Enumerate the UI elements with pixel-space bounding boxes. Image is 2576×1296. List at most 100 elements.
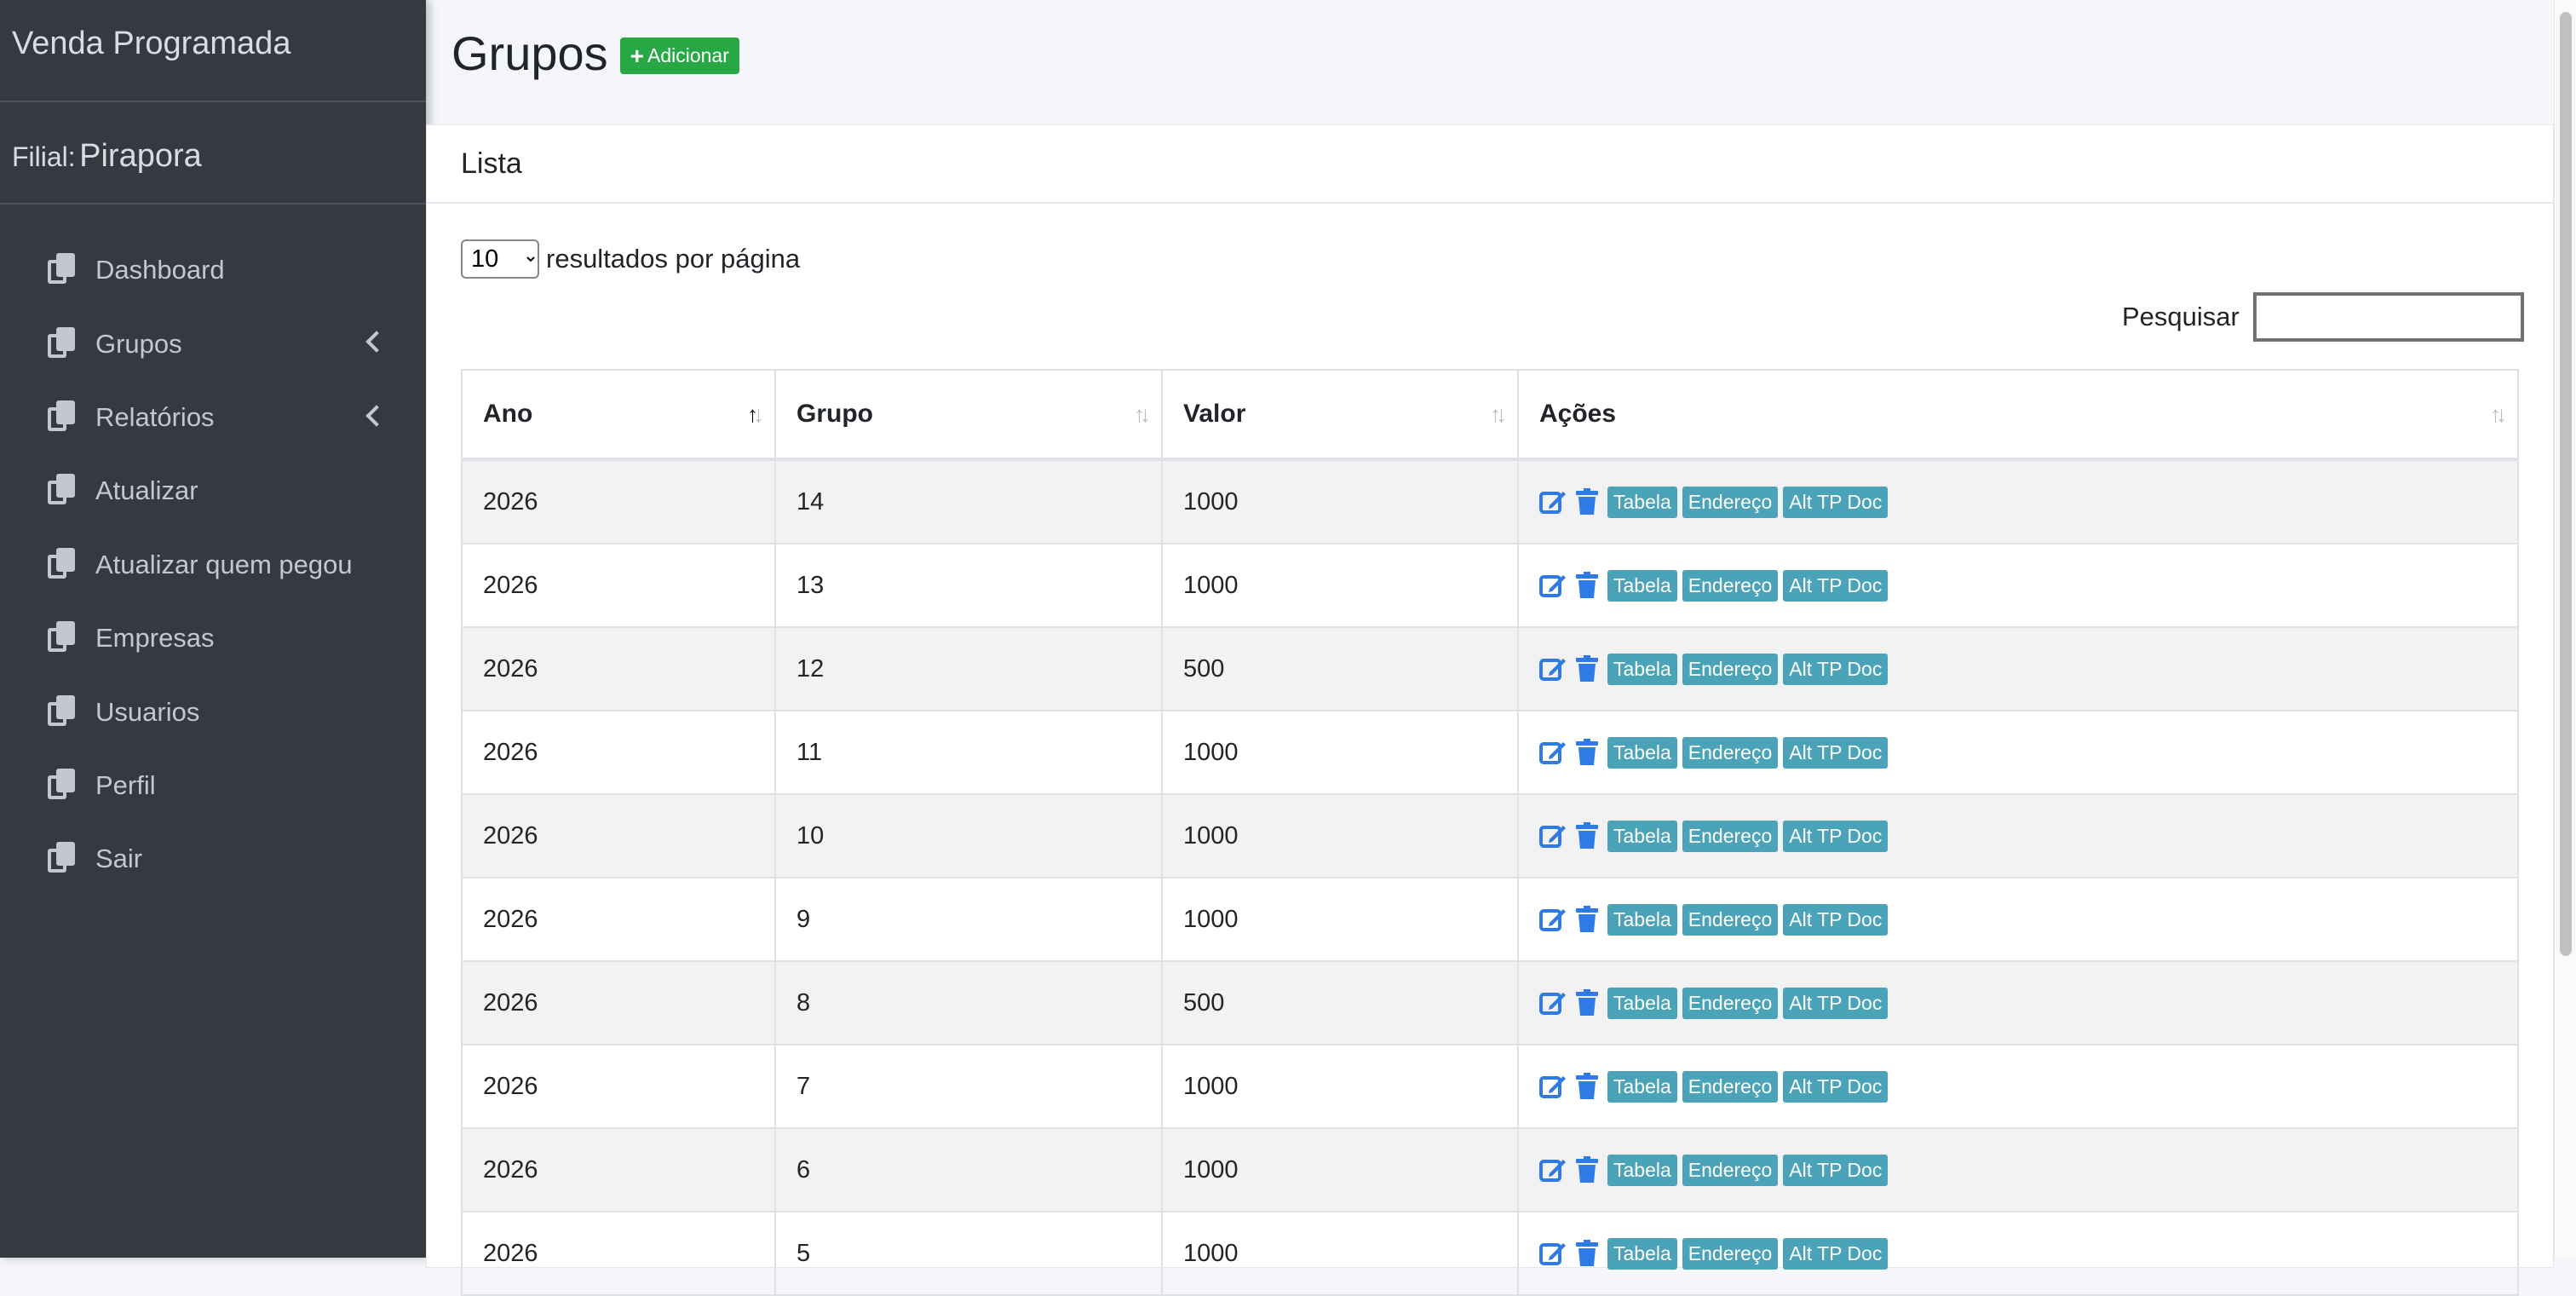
filial-info: Filial: Pirapora bbox=[0, 101, 426, 204]
alt-tp-doc-button[interactable]: Alt TP Doc bbox=[1783, 903, 1889, 936]
tabela-button[interactable]: Tabela bbox=[1607, 987, 1677, 1019]
sidebar-item-atualizar-quem-pegou[interactable]: Atualizar quem pegou bbox=[0, 528, 426, 602]
trash-icon[interactable] bbox=[1573, 906, 1601, 933]
endereco-button[interactable]: Endereço bbox=[1682, 987, 1779, 1019]
endereco-button[interactable]: Endereço bbox=[1682, 820, 1779, 852]
column-header-grupo[interactable]: Grupo ↑↓ bbox=[774, 369, 1163, 461]
sidebar-nav: Dashboard Grupos Relatórios Atualizar At… bbox=[0, 204, 426, 896]
sidebar-item-label: Sair bbox=[95, 844, 143, 874]
scrollbar-thumb[interactable] bbox=[2560, 12, 2572, 956]
cell-valor: 1000 bbox=[1161, 710, 1519, 795]
cell-acoes: Tabela Endereço Alt TP Doc bbox=[1517, 960, 2519, 1045]
endereco-button[interactable]: Endereço bbox=[1682, 903, 1779, 936]
alt-tp-doc-button[interactable]: Alt TP Doc bbox=[1783, 987, 1889, 1019]
cell-valor: 500 bbox=[1161, 626, 1519, 711]
edit-icon[interactable] bbox=[1539, 488, 1567, 516]
edit-icon[interactable] bbox=[1539, 655, 1567, 683]
trash-icon[interactable] bbox=[1573, 488, 1601, 516]
cell-valor: 1000 bbox=[1161, 1211, 1519, 1296]
cell-ano: 2026 bbox=[461, 458, 776, 544]
sidebar-item-dashboard[interactable]: Dashboard bbox=[0, 233, 426, 307]
column-label: Ano bbox=[483, 400, 533, 428]
cell-valor: 1000 bbox=[1161, 1044, 1519, 1129]
cell-acoes: Tabela Endereço Alt TP Doc bbox=[1517, 1127, 2519, 1212]
search-input[interactable] bbox=[2252, 292, 2524, 342]
cell-ano: 2026 bbox=[461, 710, 776, 795]
table-row: 2026 8 500 Tabela Endereço Alt TP Doc bbox=[461, 960, 2519, 1045]
edit-icon[interactable] bbox=[1539, 906, 1567, 933]
edit-icon[interactable] bbox=[1539, 1240, 1567, 1267]
column-header-ano[interactable]: Ano ↑↓ bbox=[461, 369, 776, 461]
alt-tp-doc-button[interactable]: Alt TP Doc bbox=[1783, 1154, 1889, 1186]
alt-tp-doc-button[interactable]: Alt TP Doc bbox=[1783, 486, 1889, 518]
trash-icon[interactable] bbox=[1573, 1073, 1601, 1100]
endereco-button[interactable]: Endereço bbox=[1682, 486, 1779, 518]
alt-tp-doc-button[interactable]: Alt TP Doc bbox=[1783, 820, 1889, 852]
trash-icon[interactable] bbox=[1573, 1156, 1601, 1184]
tabela-button[interactable]: Tabela bbox=[1607, 736, 1677, 769]
trash-icon[interactable] bbox=[1573, 1240, 1601, 1267]
row-actions: Tabela Endereço Alt TP Doc bbox=[1539, 569, 2497, 602]
chevron-left-icon bbox=[365, 331, 388, 354]
sidebar-item-empresas[interactable]: Empresas bbox=[0, 602, 426, 675]
sidebar-item-label: Atualizar quem pegou bbox=[95, 549, 353, 579]
edit-icon[interactable] bbox=[1539, 572, 1567, 599]
page-length-select[interactable]: 10 bbox=[461, 239, 539, 279]
trash-icon[interactable] bbox=[1573, 739, 1601, 766]
edit-icon[interactable] bbox=[1539, 822, 1567, 850]
cell-grupo: 13 bbox=[774, 543, 1163, 628]
edit-icon[interactable] bbox=[1539, 989, 1567, 1017]
trash-icon[interactable] bbox=[1573, 655, 1601, 683]
page-length-control: 10 resultados por página bbox=[461, 239, 800, 279]
brand-title[interactable]: Venda Programada bbox=[0, 0, 426, 101]
alt-tp-doc-button[interactable]: Alt TP Doc bbox=[1783, 1070, 1889, 1103]
endereco-button[interactable]: Endereço bbox=[1682, 736, 1779, 769]
tabela-button[interactable]: Tabela bbox=[1607, 903, 1677, 936]
endereco-button[interactable]: Endereço bbox=[1682, 1154, 1779, 1186]
alt-tp-doc-button[interactable]: Alt TP Doc bbox=[1783, 569, 1889, 602]
sidebar-item-label: Relatórios bbox=[95, 401, 215, 432]
table-row: 2026 12 500 Tabela Endereço Alt TP Doc bbox=[461, 626, 2519, 711]
sidebar-item-relatorios[interactable]: Relatórios bbox=[0, 381, 426, 454]
row-actions: Tabela Endereço Alt TP Doc bbox=[1539, 820, 2497, 852]
plus-icon: + bbox=[630, 42, 644, 69]
tabela-button[interactable]: Tabela bbox=[1607, 569, 1677, 602]
sidebar-item-label: Grupos bbox=[95, 328, 182, 359]
endereco-button[interactable]: Endereço bbox=[1682, 1070, 1779, 1103]
edit-icon[interactable] bbox=[1539, 1156, 1567, 1184]
sidebar-item-usuarios[interactable]: Usuarios bbox=[0, 675, 426, 748]
endereco-button[interactable]: Endereço bbox=[1682, 1237, 1779, 1270]
cell-acoes: Tabela Endereço Alt TP Doc bbox=[1517, 543, 2519, 628]
alt-tp-doc-button[interactable]: Alt TP Doc bbox=[1783, 653, 1889, 685]
column-header-acoes[interactable]: Ações ↑↓ bbox=[1517, 369, 2519, 461]
edit-icon[interactable] bbox=[1539, 739, 1567, 766]
row-actions: Tabela Endereço Alt TP Doc bbox=[1539, 1070, 2497, 1103]
trash-icon[interactable] bbox=[1573, 989, 1601, 1017]
sidebar-item-sair[interactable]: Sair bbox=[0, 822, 426, 896]
tabela-button[interactable]: Tabela bbox=[1607, 1154, 1677, 1186]
sidebar-item-grupos[interactable]: Grupos bbox=[0, 307, 426, 380]
copy-icon bbox=[48, 547, 78, 582]
column-header-valor[interactable]: Valor ↑↓ bbox=[1161, 369, 1519, 461]
tabela-button[interactable]: Tabela bbox=[1607, 1070, 1677, 1103]
tabela-button[interactable]: Tabela bbox=[1607, 653, 1677, 685]
endereco-button[interactable]: Endereço bbox=[1682, 569, 1779, 602]
cell-valor: 1000 bbox=[1161, 1127, 1519, 1212]
cell-acoes: Tabela Endereço Alt TP Doc bbox=[1517, 793, 2519, 878]
tabela-button[interactable]: Tabela bbox=[1607, 820, 1677, 852]
tabela-button[interactable]: Tabela bbox=[1607, 486, 1677, 518]
trash-icon[interactable] bbox=[1573, 572, 1601, 599]
sidebar-item-atualizar[interactable]: Atualizar bbox=[0, 454, 426, 527]
trash-icon[interactable] bbox=[1573, 822, 1601, 850]
sidebar-item-perfil[interactable]: Perfil bbox=[0, 749, 426, 822]
cell-valor: 1000 bbox=[1161, 877, 1519, 962]
cell-ano: 2026 bbox=[461, 1127, 776, 1212]
add-button[interactable]: + Adicionar bbox=[619, 37, 739, 74]
vertical-scrollbar[interactable] bbox=[2554, 0, 2576, 1258]
edit-icon[interactable] bbox=[1539, 1073, 1567, 1100]
endereco-button[interactable]: Endereço bbox=[1682, 653, 1779, 685]
alt-tp-doc-button[interactable]: Alt TP Doc bbox=[1783, 736, 1889, 769]
page-title: Grupos bbox=[451, 26, 608, 80]
tabela-button[interactable]: Tabela bbox=[1607, 1237, 1677, 1270]
alt-tp-doc-button[interactable]: Alt TP Doc bbox=[1783, 1237, 1889, 1270]
